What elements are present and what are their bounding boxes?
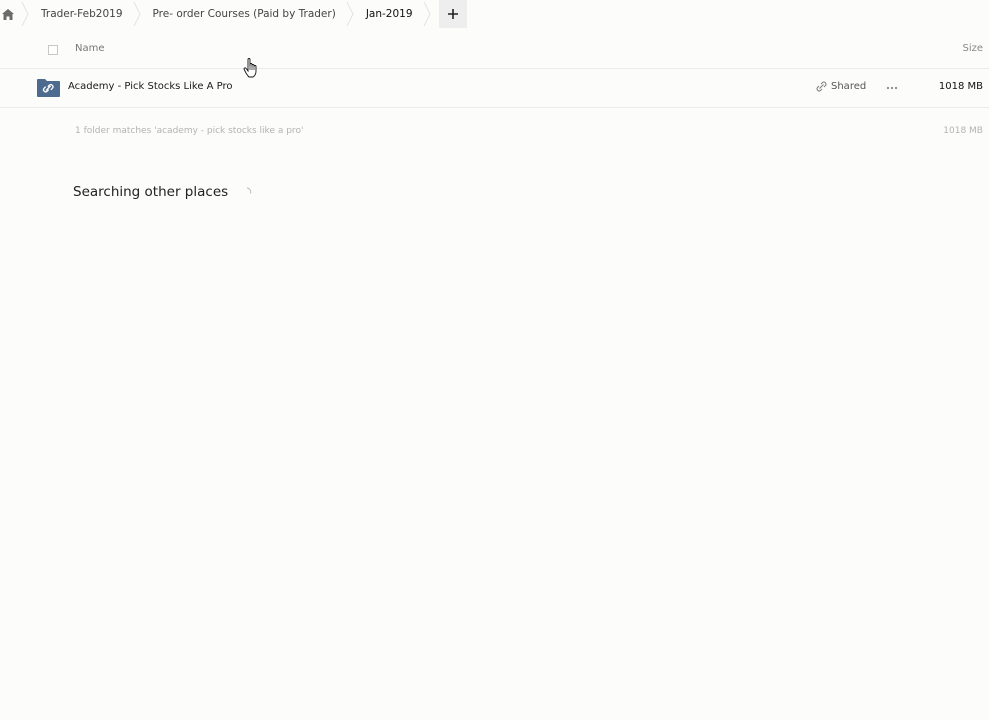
chevron-right-icon — [133, 0, 143, 28]
search-summary: 1 folder matches 'academy - pick stocks … — [75, 126, 304, 136]
shared-button[interactable]: Shared — [816, 81, 866, 92]
search-summary-size: 1018 MB — [943, 126, 983, 136]
loading-spinner-icon — [247, 187, 252, 194]
home-button[interactable] — [0, 0, 21, 28]
search-status-text: Searching other places — [73, 184, 229, 200]
file-list-header: Name Size — [0, 36, 989, 69]
breadcrumb-item-pre-order-courses[interactable]: Pre- order Courses (Paid by Trader) — [143, 0, 346, 28]
chevron-right-icon — [21, 0, 31, 28]
breadcrumb-item-jan-2019[interactable]: Jan-2019 — [356, 0, 423, 28]
file-name[interactable]: Academy - Pick Stocks Like A Pro — [68, 81, 233, 92]
shared-label: Shared — [831, 81, 867, 92]
breadcrumb-label: Jan-2019 — [365, 8, 413, 20]
shared-folder-icon — [37, 79, 60, 97]
breadcrumb-item-trader-feb2019[interactable]: Trader-Feb2019 — [31, 0, 133, 28]
breadcrumb-label: Pre- order Courses (Paid by Trader) — [152, 8, 336, 20]
search-status: Searching other places — [73, 184, 252, 200]
home-icon — [2, 8, 14, 20]
more-horizontal-icon — [886, 86, 898, 90]
name-column-header[interactable]: Name — [75, 43, 105, 54]
chevron-right-icon — [423, 0, 433, 28]
more-options-button[interactable] — [885, 82, 899, 94]
file-size: 1018 MB — [938, 81, 983, 92]
chevron-right-icon — [346, 0, 356, 28]
select-all-checkbox[interactable] — [48, 45, 58, 55]
link-icon — [816, 81, 827, 92]
size-column-header[interactable]: Size — [962, 43, 983, 54]
breadcrumb: Trader-Feb2019 Pre- order Courses (Paid … — [0, 0, 467, 28]
plus-icon — [447, 9, 458, 19]
breadcrumb-label: Trader-Feb2019 — [41, 8, 123, 20]
file-row[interactable]: Academy - Pick Stocks Like A Pro Shared … — [0, 69, 989, 108]
add-new-button[interactable] — [438, 0, 467, 28]
